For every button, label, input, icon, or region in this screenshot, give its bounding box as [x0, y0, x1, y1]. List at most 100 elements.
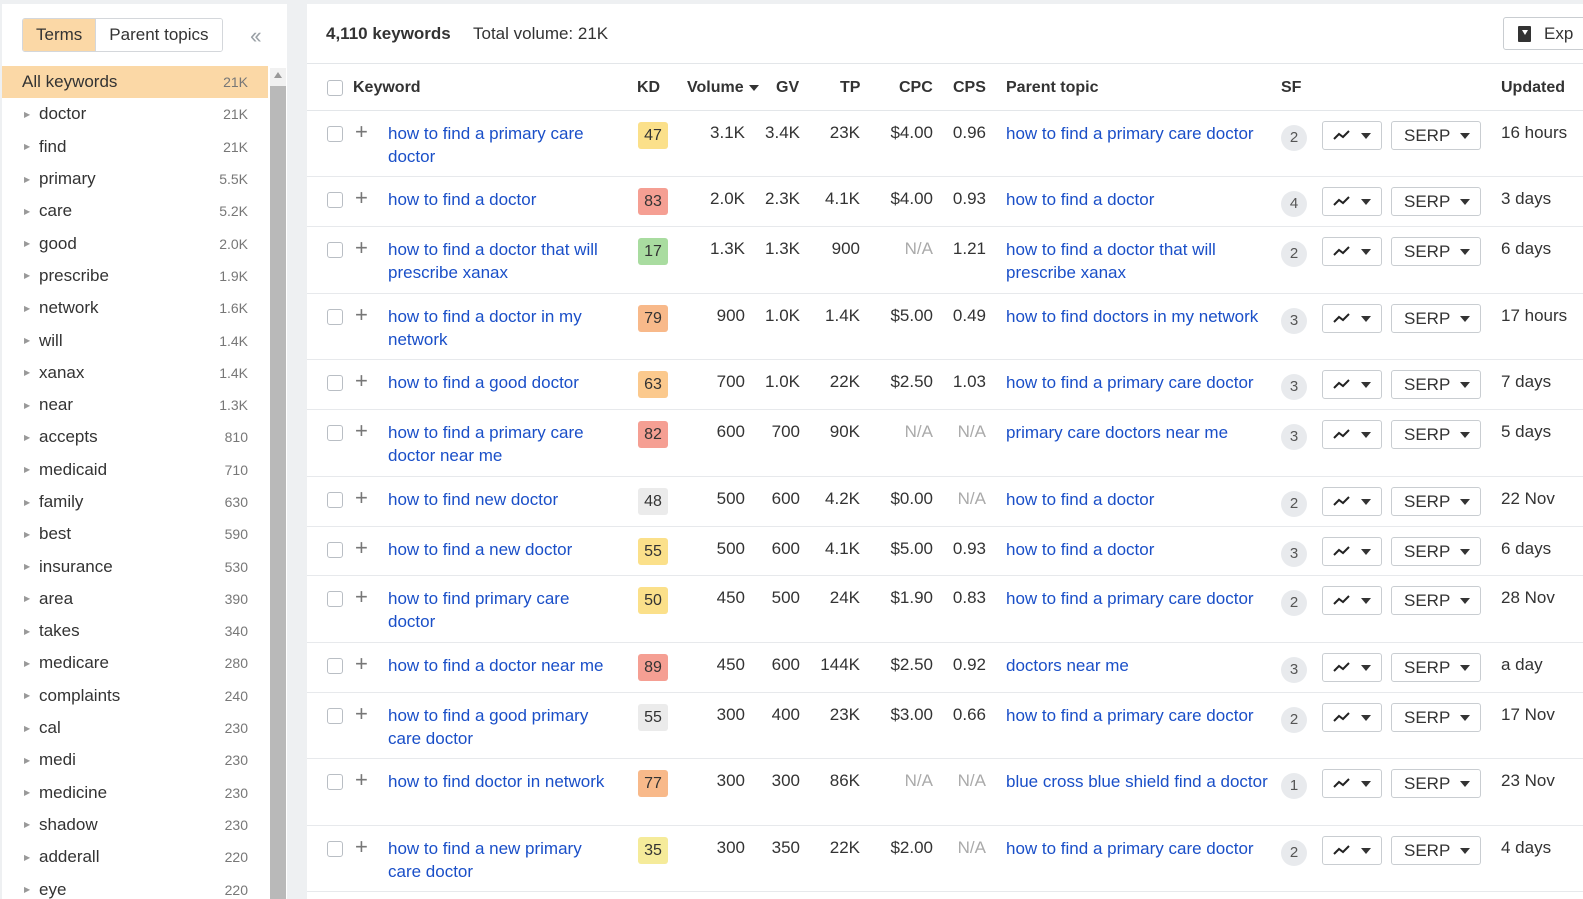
keyword-link[interactable]: how to find a new primary care doctor	[388, 838, 618, 883]
trend-dropdown-button[interactable]	[1322, 420, 1382, 449]
expand-caret-icon[interactable]: ▶	[24, 820, 30, 829]
term-item[interactable]: ▶ medicaid 710	[2, 454, 268, 486]
column-cpc[interactable]: CPC	[899, 79, 933, 97]
keyword-link[interactable]: how to find a doctor	[388, 189, 618, 212]
add-to-list-plus-icon[interactable]: +	[355, 769, 368, 791]
scrollbar-thumb[interactable]	[270, 86, 286, 899]
serp-dropdown-button[interactable]: SERP	[1391, 537, 1481, 566]
serp-dropdown-button[interactable]: SERP	[1391, 653, 1481, 682]
keyword-link[interactable]: how to find a good primary care doctor	[388, 705, 618, 750]
column-volume[interactable]: Volume	[687, 79, 759, 97]
trend-dropdown-button[interactable]	[1322, 370, 1382, 399]
parent-topic-link[interactable]: how to find a primary care doctor	[1006, 705, 1268, 728]
add-to-list-plus-icon[interactable]: +	[355, 586, 368, 608]
add-to-list-plus-icon[interactable]: +	[355, 121, 368, 143]
trend-dropdown-button[interactable]	[1322, 537, 1382, 566]
parent-topic-link[interactable]: how to find a primary care doctor	[1006, 123, 1268, 146]
trend-dropdown-button[interactable]	[1322, 487, 1382, 516]
serp-dropdown-button[interactable]: SERP	[1391, 487, 1481, 516]
trend-dropdown-button[interactable]	[1322, 836, 1382, 865]
serp-features-badge[interactable]: 4	[1281, 191, 1307, 217]
add-to-list-plus-icon[interactable]: +	[355, 187, 368, 209]
parent-topic-link[interactable]: primary care doctors near me	[1006, 422, 1268, 445]
keyword-link[interactable]: how to find new doctor	[388, 489, 618, 512]
term-item[interactable]: ▶ accepts 810	[2, 421, 268, 453]
term-item[interactable]: ▶ doctor 21K	[2, 98, 268, 130]
serp-dropdown-button[interactable]: SERP	[1391, 187, 1481, 216]
add-to-list-plus-icon[interactable]: +	[355, 370, 368, 392]
expand-caret-icon[interactable]: ▶	[24, 788, 30, 797]
double-chevron-left-icon[interactable]: ‹‹	[250, 23, 262, 49]
serp-dropdown-button[interactable]: SERP	[1391, 586, 1481, 615]
expand-caret-icon[interactable]: ▶	[24, 336, 30, 345]
add-to-list-plus-icon[interactable]: +	[355, 237, 368, 259]
column-gv[interactable]: GV	[776, 79, 799, 97]
tab-parent-topics[interactable]: Parent topics	[96, 19, 222, 51]
term-item[interactable]: ▶ near 1.3K	[2, 389, 268, 421]
trend-dropdown-button[interactable]	[1322, 121, 1382, 150]
keyword-link[interactable]: how to find primary care doctor	[388, 588, 618, 633]
trend-dropdown-button[interactable]	[1322, 304, 1382, 333]
trend-dropdown-button[interactable]	[1322, 703, 1382, 732]
keyword-link[interactable]: how to find a good doctor	[388, 372, 618, 395]
sidebar-scrollbar[interactable]	[270, 68, 286, 899]
term-item[interactable]: ▶ adderall 220	[2, 841, 268, 873]
expand-caret-icon[interactable]: ▶	[24, 594, 30, 603]
serp-features-badge[interactable]: 3	[1281, 541, 1307, 567]
serp-dropdown-button[interactable]: SERP	[1391, 237, 1481, 266]
parent-topic-link[interactable]: how to find a doctor	[1006, 539, 1268, 562]
parent-topic-link[interactable]: how to find a primary care doctor	[1006, 838, 1268, 861]
export-button[interactable]: Exp	[1503, 17, 1583, 50]
keyword-link[interactable]: how to find a primary care doctor near m…	[388, 422, 618, 467]
term-item[interactable]: ▶ cal 230	[2, 712, 268, 744]
column-cps[interactable]: CPS	[953, 79, 986, 97]
term-item[interactable]: ▶ medi 230	[2, 744, 268, 776]
column-sf[interactable]: SF	[1281, 79, 1301, 97]
serp-dropdown-button[interactable]: SERP	[1391, 121, 1481, 150]
keyword-link[interactable]: how to find a doctor near me	[388, 655, 618, 678]
add-to-list-plus-icon[interactable]: +	[355, 420, 368, 442]
tab-terms[interactable]: Terms	[23, 19, 97, 51]
expand-caret-icon[interactable]: ▶	[24, 368, 30, 377]
expand-caret-icon[interactable]: ▶	[24, 885, 30, 894]
expand-caret-icon[interactable]: ▶	[24, 271, 30, 280]
term-item[interactable]: ▶ best 590	[2, 518, 268, 550]
serp-features-badge[interactable]: 2	[1281, 241, 1307, 267]
trend-dropdown-button[interactable]	[1322, 586, 1382, 615]
serp-features-badge[interactable]: 2	[1281, 707, 1307, 733]
row-checkbox[interactable]	[327, 309, 343, 325]
column-kd[interactable]: KD	[637, 79, 660, 97]
serp-dropdown-button[interactable]: SERP	[1391, 420, 1481, 449]
expand-caret-icon[interactable]: ▶	[24, 175, 30, 184]
serp-features-badge[interactable]: 3	[1281, 657, 1307, 683]
expand-caret-icon[interactable]: ▶	[24, 304, 30, 313]
keyword-link[interactable]: how to find a doctor that will prescribe…	[388, 239, 618, 284]
expand-caret-icon[interactable]: ▶	[24, 110, 30, 119]
serp-dropdown-button[interactable]: SERP	[1391, 304, 1481, 333]
serp-features-badge[interactable]: 1	[1281, 773, 1307, 799]
row-checkbox[interactable]	[327, 658, 343, 674]
term-item[interactable]: ▶ find 21K	[2, 131, 268, 163]
parent-topic-link[interactable]: how to find a primary care doctor	[1006, 588, 1268, 611]
serp-features-badge[interactable]: 3	[1281, 308, 1307, 334]
serp-dropdown-button[interactable]: SERP	[1391, 703, 1481, 732]
row-checkbox[interactable]	[327, 774, 343, 790]
term-item[interactable]: ▶ eye 220	[2, 873, 268, 899]
term-item[interactable]: ▶ xanax 1.4K	[2, 357, 268, 389]
add-to-list-plus-icon[interactable]: +	[355, 653, 368, 675]
serp-dropdown-button[interactable]: SERP	[1391, 836, 1481, 865]
expand-caret-icon[interactable]: ▶	[24, 691, 30, 700]
row-checkbox[interactable]	[327, 542, 343, 558]
parent-topic-link[interactable]: blue cross blue shield find a doctor	[1006, 771, 1268, 794]
add-to-list-plus-icon[interactable]: +	[355, 487, 368, 509]
expand-caret-icon[interactable]: ▶	[24, 142, 30, 151]
trend-dropdown-button[interactable]	[1322, 769, 1382, 798]
term-item[interactable]: ▶ insurance 530	[2, 550, 268, 582]
serp-features-badge[interactable]: 2	[1281, 491, 1307, 517]
term-item[interactable]: ▶ prescribe 1.9K	[2, 260, 268, 292]
trend-dropdown-button[interactable]	[1322, 237, 1382, 266]
serp-features-badge[interactable]: 2	[1281, 840, 1307, 866]
expand-caret-icon[interactable]: ▶	[24, 498, 30, 507]
keyword-link[interactable]: how to find a new doctor	[388, 539, 618, 562]
term-item[interactable]: ▶ family 630	[2, 486, 268, 518]
